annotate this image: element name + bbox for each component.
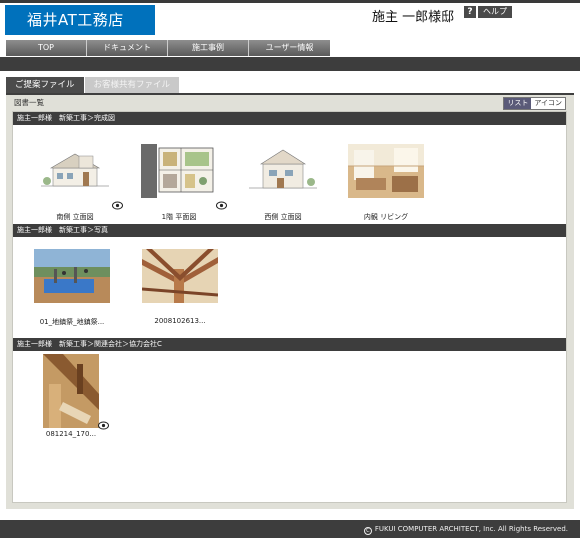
eye-icon	[216, 201, 227, 210]
nav-user-info[interactable]: ユーザー情報	[249, 40, 330, 56]
nav-top[interactable]: TOP	[6, 40, 87, 56]
floor-plan-icon	[141, 144, 227, 210]
document-list: 施主一郎様 新築工事＞完成図 南側 立面図 1階 平面図 西側 立面図 内観 リ…	[12, 111, 567, 503]
document-thumbnail[interactable]: 西側 立面図	[233, 144, 333, 222]
document-thumbnail[interactable]: 01_地鎮祭_地鎮祭...	[22, 249, 122, 327]
framing-photo-icon	[141, 249, 219, 303]
eye-icon	[112, 201, 123, 210]
elevation-drawing-icon	[245, 144, 321, 198]
section-header-partner-company: 施主一郎様 新築工事＞関連会社＞協力会社C	[13, 338, 566, 351]
copyright-text: FUKUI COMPUTER ARCHITECT, Inc. All Right…	[374, 525, 568, 533]
view-toggle: リスト アイコン	[503, 97, 566, 110]
company-logo[interactable]: 福井AT工務店	[5, 5, 155, 35]
view-icon-button[interactable]: アイコン	[531, 98, 565, 109]
section-header-photos: 施主一郎様 新築工事＞写真	[13, 224, 566, 237]
document-thumbnail[interactable]: 内観 リビング	[336, 144, 436, 222]
document-thumbnail[interactable]: 1階 平面図	[129, 144, 229, 222]
help-label: ヘルプ	[478, 6, 512, 18]
document-thumbnail[interactable]: 南側 立面図	[25, 144, 125, 222]
document-caption: 内観 リビング	[363, 213, 409, 221]
copyright-icon: C	[363, 527, 372, 535]
top-rule	[0, 0, 580, 3]
footer: C FUKUI COMPUTER ARCHITECT, Inc. All Righ…	[0, 520, 580, 538]
tab-proposal-files[interactable]: ご提案ファイル	[6, 77, 84, 93]
document-panel: 図書一覧 リスト アイコン 施主一郎様 新築工事＞完成図 南側 立面図 1階 平…	[6, 95, 574, 509]
file-tabs: ご提案ファイル お客様共有ファイル	[6, 77, 180, 93]
document-caption: 南側 立面図	[56, 213, 94, 221]
document-caption: 081214_170...	[45, 430, 97, 438]
interior-photo-icon	[348, 144, 424, 198]
document-caption: 2008102613...	[154, 317, 206, 325]
view-list-button[interactable]: リスト	[504, 98, 532, 109]
site-photo-icon	[34, 249, 110, 303]
document-caption: 1階 平面図	[161, 213, 197, 221]
tab-shared-files[interactable]: お客様共有ファイル	[84, 77, 180, 93]
help-button[interactable]: ? ヘルプ	[464, 6, 512, 18]
document-caption: 01_地鎮祭_地鎮祭...	[39, 318, 105, 326]
document-thumbnail[interactable]: 2008102613...	[130, 249, 230, 325]
document-thumbnail[interactable]: 081214_170...	[21, 354, 121, 438]
nav-case-studies[interactable]: 施工事例	[168, 40, 249, 56]
header-band	[0, 57, 580, 71]
owner-title: 施主 一郎様邸	[372, 10, 455, 25]
timber-photo-icon	[43, 354, 109, 430]
help-icon: ?	[464, 6, 476, 18]
panel-title: 図書一覧	[14, 98, 44, 107]
document-caption: 西側 立面図	[264, 213, 302, 221]
section-header-completed-drawings: 施主一郎様 新築工事＞完成図	[13, 112, 566, 125]
eye-icon	[98, 421, 109, 430]
nav-documents[interactable]: ドキュメント	[87, 40, 168, 56]
elevation-drawing-icon	[37, 144, 123, 210]
main-nav: TOP ドキュメント 施工事例 ユーザー情報	[6, 40, 330, 56]
